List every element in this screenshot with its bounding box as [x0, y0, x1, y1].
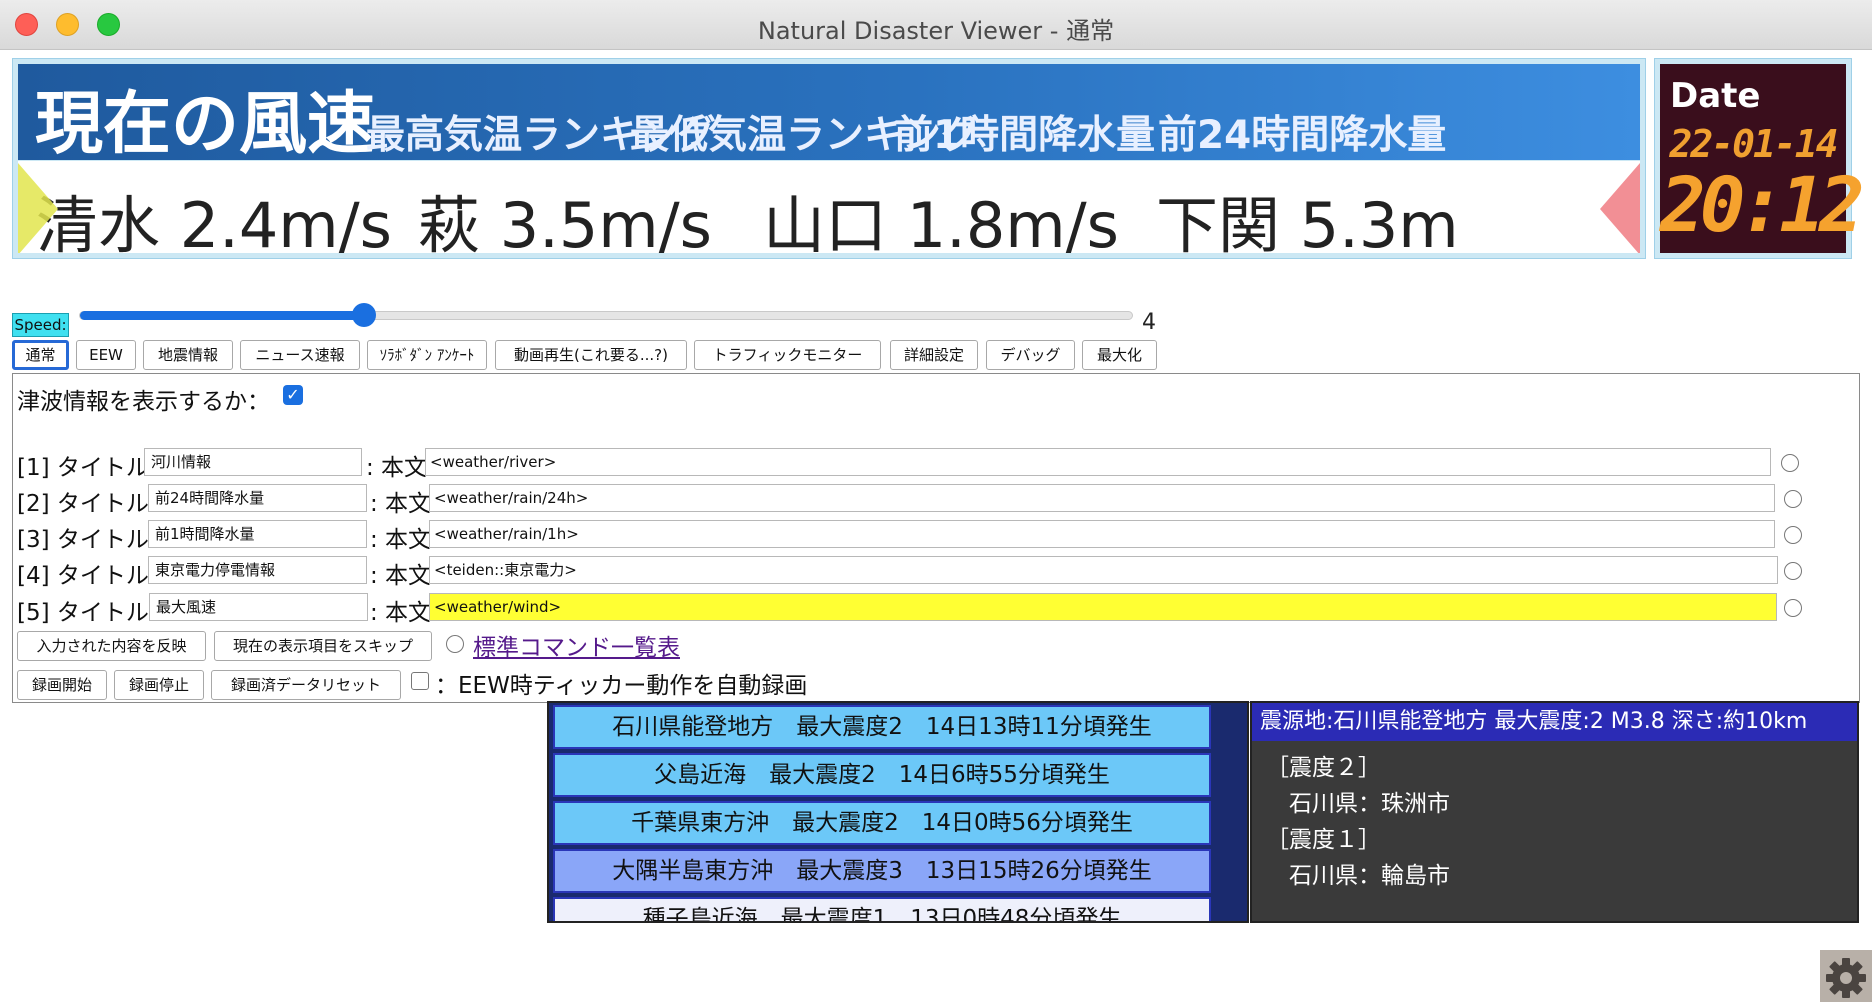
ticker-left-arrow-icon[interactable]	[18, 163, 58, 253]
earthquake-list-item[interactable]: 石川県能登地方 最大震度2 14日13時11分頃発生	[553, 705, 1211, 749]
speed-slider-fill	[80, 311, 365, 320]
row-label: [1] タイトル	[17, 455, 149, 481]
earthquake-list-item[interactable]: 千葉県東方沖 最大震度2 14日0時56分頃発生	[553, 801, 1211, 845]
mode-button-survey[interactable]: ｿﾗﾎﾞﾀﾞﾝ ｱﾝｹｰﾄ	[367, 340, 487, 370]
earthquake-detail-header: 震源地:石川県能登地方 最大震度:2 M3.8 深さ:約10km	[1252, 703, 1857, 741]
row-separator: : 本文	[370, 600, 432, 626]
row-body-input[interactable]: <weather/river>	[425, 448, 1771, 476]
ticker-title: 現在の風速	[35, 85, 376, 160]
row-title-input[interactable]: 最大風速	[149, 593, 368, 621]
clock-panel: Date 22-01-14 20:12	[1654, 58, 1865, 259]
ticker-row-1: [1] タイトル 河川情報 : 本文 <weather/river>	[13, 446, 1859, 481]
ticker-row-5: [5] タイトル 最大風速 : 本文 <weather/wind>	[13, 591, 1859, 626]
app-window: Natural Disaster Viewer - 通常 現在の風速 最高気温ラ…	[0, 0, 1872, 1002]
row-title-input[interactable]: 前1時間降水量	[148, 520, 367, 548]
ticker-right-arrow-icon[interactable]	[1600, 163, 1640, 253]
row-radio[interactable]	[1784, 526, 1802, 544]
row-label: [3] タイトル	[17, 527, 149, 553]
record-start-button[interactable]: 録画開始	[17, 670, 107, 700]
intensity-location: 石川県：輪島市	[1266, 863, 1450, 889]
clock-display: Date 22-01-14 20:12	[1660, 64, 1865, 253]
auto-record-checkbox[interactable]	[411, 672, 429, 690]
record-reset-button[interactable]: 録画済データリセット	[211, 670, 401, 700]
mode-button-advanced-settings[interactable]: 詳細設定	[890, 340, 978, 370]
earthquake-list-item[interactable]: 大隅半島東方沖 最大震度3 13日15時26分頃発生	[553, 849, 1211, 893]
row-radio[interactable]	[1784, 562, 1802, 580]
row-body-input[interactable]: <weather/wind>	[429, 593, 1777, 621]
mode-button-video[interactable]: 動画再生(これ要る...?)	[495, 340, 687, 370]
speed-value: 4	[1142, 310, 1156, 335]
auto-record-label: ：EEW時ティッカー動作を自動録画	[435, 673, 808, 699]
ticker-item: 清水 2.4m/s	[36, 189, 392, 253]
row-label: [2] タイトル	[17, 491, 149, 517]
earthquake-list-item[interactable]: 種子島近海 最大震度1 13日0時48分頃発生	[553, 897, 1211, 921]
window-title: Natural Disaster Viewer - 通常	[757, 17, 1115, 45]
clock-time: 20:12	[1660, 160, 1865, 249]
apply-button[interactable]: 入力された内容を反映	[17, 631, 206, 661]
mode-button-maximize[interactable]: 最大化	[1082, 340, 1157, 370]
title-bar: Natural Disaster Viewer - 通常	[0, 0, 1872, 50]
earthquake-list[interactable]: 石川県能登地方 最大震度2 14日13時11分頃発生 父島近海 最大震度2 14…	[547, 701, 1249, 923]
row-radio[interactable]	[1781, 454, 1799, 472]
row-separator: : 本文	[370, 563, 432, 589]
ticker-item: 萩 3.5m/s	[418, 189, 712, 253]
mode-button-normal[interactable]: 通常	[12, 340, 69, 370]
earthquake-list-item[interactable]: 父島近海 最大震度2 14日6時55分頃発生	[553, 753, 1211, 797]
intensity-heading: ［震度１］	[1266, 827, 1381, 853]
record-stop-button[interactable]: 録画停止	[114, 670, 204, 700]
ticker-tab: 前24時間降水量	[1158, 113, 1447, 158]
command-list-link[interactable]: 標準コマンド一覧表	[473, 628, 680, 662]
ticker-row-3: [3] タイトル 前1時間降水量 : 本文 <weather/rain/1h>	[13, 518, 1859, 553]
ticker-header: 現在の風速 最高気温ランキング 最低気温ランキング 前1時間降水量 前24時間降…	[18, 64, 1640, 160]
mode-button-eew[interactable]: EEW	[76, 340, 136, 370]
settings-panel: 津波情報を表示するか： ✓ [1] タイトル 河川情報 : 本文 <weathe…	[12, 373, 1860, 703]
tsunami-checkbox[interactable]: ✓	[283, 385, 303, 405]
tsunami-label: 津波情報を表示するか：	[17, 389, 270, 415]
row-label: [5] タイトル	[17, 600, 149, 626]
mode-button-debug[interactable]: デバッグ	[986, 340, 1075, 370]
ticker-panel: 現在の風速 最高気温ランキング 最低気温ランキング 前1時間降水量 前24時間降…	[12, 58, 1646, 259]
row-title-input[interactable]: 河川情報	[144, 448, 362, 476]
row-radio[interactable]	[1784, 599, 1802, 617]
row-separator: : 本文	[366, 455, 428, 481]
ticker-row-4: [4] タイトル 東京電力停電情報 : 本文 <teiden::東京電力>	[13, 554, 1859, 589]
ticker-row-2: [2] タイトル 前24時間降水量 : 本文 <weather/rain/24h…	[13, 482, 1859, 517]
row-body-input[interactable]: <weather/rain/24h>	[429, 484, 1775, 512]
skip-button[interactable]: 現在の表示項目をスキップ	[214, 631, 432, 661]
intensity-heading: ［震度２］	[1266, 755, 1381, 781]
row-separator: : 本文	[370, 491, 432, 517]
earthquake-detail: 震源地:石川県能登地方 最大震度:2 M3.8 深さ:約10km ［震度２］ 石…	[1250, 701, 1859, 923]
ticker-content: 清水 2.4m/s 萩 3.5m/s 山口 1.8m/s 下関 5.3m	[18, 161, 1640, 253]
gear-icon[interactable]	[1820, 950, 1872, 1002]
row-title-input[interactable]: 前24時間降水量	[148, 484, 367, 512]
ticker-tab: 前1時間降水量	[894, 113, 1156, 158]
command-radio[interactable]	[446, 635, 464, 653]
speed-slider[interactable]	[79, 311, 1133, 320]
ticker-item: 下関 5.3m	[1156, 189, 1459, 253]
speed-label: Speed:	[12, 313, 69, 337]
mode-button-traffic-monitor[interactable]: トラフィックモニター	[694, 340, 881, 370]
speed-slider-thumb[interactable]	[352, 303, 376, 327]
mode-button-news[interactable]: ニュース速報	[240, 340, 360, 370]
row-body-input[interactable]: <weather/rain/1h>	[429, 520, 1775, 548]
row-label: [4] タイトル	[17, 563, 149, 589]
row-body-input[interactable]: <teiden::東京電力>	[429, 556, 1778, 584]
row-title-input[interactable]: 東京電力停電情報	[148, 556, 367, 584]
clock-label: Date	[1670, 76, 1761, 116]
row-separator: : 本文	[370, 527, 432, 553]
ticker-item: 山口 1.8m/s	[763, 189, 1119, 253]
row-radio[interactable]	[1784, 490, 1802, 508]
intensity-location: 石川県：珠洲市	[1266, 791, 1450, 817]
mode-button-earthquake-info[interactable]: 地震情報	[143, 340, 233, 370]
